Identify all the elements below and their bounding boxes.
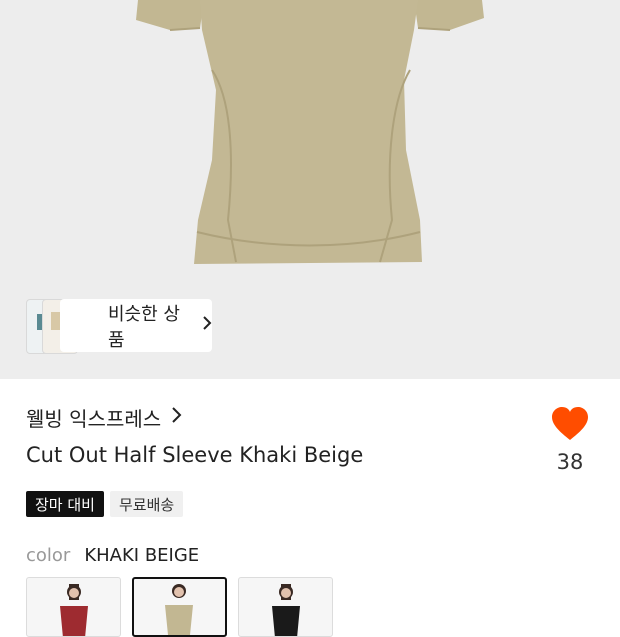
chevron-right-icon	[202, 315, 212, 336]
brand-link[interactable]: 웰빙 익스프레스	[26, 400, 182, 434]
similar-products-label: 비슷한 상품	[108, 303, 180, 351]
badge-free-shipping: 무료배송	[109, 491, 184, 517]
product-image[interactable]: 비슷한 상품	[0, 0, 620, 379]
heart-icon[interactable]	[550, 407, 590, 446]
like-button[interactable]: 38	[546, 406, 594, 474]
badge-rainy-season: 장마 대비	[26, 491, 104, 517]
color-swatches	[26, 577, 333, 637]
chevron-right-icon	[171, 405, 182, 429]
brand-name: 웰빙 익스프레스	[26, 406, 162, 431]
similar-products-button[interactable]: 비슷한 상품	[26, 299, 212, 354]
product-title: Cut Out Half Sleeve Khaki Beige	[26, 443, 364, 467]
color-label: color	[26, 545, 71, 566]
swatch-black[interactable]	[238, 577, 333, 637]
similar-products-pill[interactable]: 비슷한 상품	[60, 299, 212, 352]
color-value: KHAKI BEIGE	[84, 545, 200, 566]
badge-list: 장마 대비 무료배송	[26, 491, 184, 517]
swatch-red[interactable]	[26, 577, 121, 637]
swatch-khaki-beige[interactable]	[132, 577, 227, 637]
color-option: color KHAKI BEIGE	[26, 545, 199, 566]
like-count: 38	[556, 450, 584, 474]
